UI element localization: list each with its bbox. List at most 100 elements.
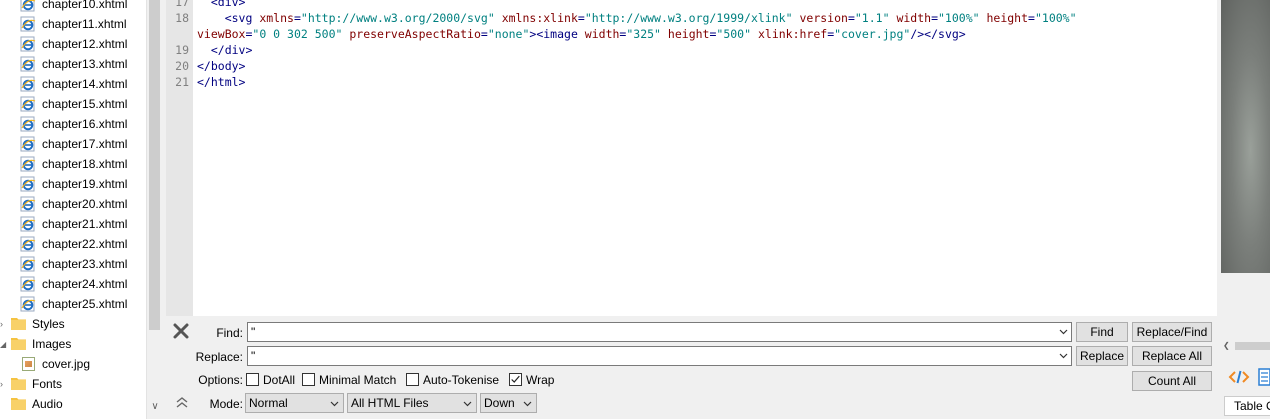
option-label[interactable]: Auto-Tokenise	[423, 372, 499, 388]
tree-folder-styles[interactable]: › Styles	[0, 314, 146, 334]
tree-file-item[interactable]: chapter15.xhtml	[20, 94, 146, 114]
tree-file-item[interactable]: chapter24.xhtml	[20, 274, 146, 294]
double-chevron-up-icon[interactable]	[175, 395, 189, 409]
expand-caret-icon[interactable]: ›	[0, 374, 8, 394]
chevron-down-icon[interactable]	[1059, 327, 1068, 336]
tree-file-item[interactable]: chapter22.xhtml	[20, 234, 146, 254]
replace-label: Replace:	[195, 350, 243, 364]
tree-file-item[interactable]: chapter13.xhtml	[20, 54, 146, 74]
find-button[interactable]: Find	[1076, 322, 1128, 342]
tab-table-of-contents[interactable]: Table Of Contents	[1224, 396, 1270, 416]
tree-file-item[interactable]: chapter18.xhtml	[20, 154, 146, 174]
tree-file-item[interactable]: chapter16.xhtml	[20, 114, 146, 134]
code-line[interactable]: </div>	[197, 42, 253, 58]
code-line[interactable]: </body>	[197, 58, 245, 74]
option-checkbox[interactable]	[406, 373, 419, 386]
line-number-gutter: 17 18 19 20 21	[166, 0, 193, 316]
scrollbar-thumb[interactable]	[1235, 342, 1270, 350]
code-token: "cover.jpg"	[834, 27, 911, 41]
scroll-left-arrow-icon[interactable]: ❮	[1223, 341, 1230, 350]
collapse-caret-icon[interactable]: ◢	[0, 335, 8, 355]
code-token: xlink:href	[757, 27, 828, 41]
xhtml-file-icon	[20, 36, 36, 52]
replace-find-button[interactable]: Replace/Find	[1132, 322, 1212, 342]
tree-item-label: chapter13.xhtml	[42, 57, 128, 71]
direction-select[interactable]: Down	[480, 393, 537, 413]
code-token: "325"	[626, 27, 661, 41]
tree-file-cover[interactable]: cover.jpg	[0, 354, 146, 374]
xhtml-file-icon	[20, 76, 36, 92]
mode-select-value: Normal	[249, 396, 288, 410]
code-token: height	[986, 11, 1029, 25]
code-token: <svg	[224, 11, 260, 25]
code-token: =	[847, 11, 855, 25]
preview-horizontal-scrollbar[interactable]: ❮	[1221, 340, 1270, 352]
code-line[interactable]: <div>	[197, 0, 246, 10]
mode-select[interactable]: Normal	[245, 393, 344, 413]
tree-folder-audio[interactable]: Audio	[0, 394, 146, 414]
line-number: 20	[175, 59, 189, 73]
scope-select[interactable]: All HTML Files	[347, 393, 477, 413]
option-label[interactable]: Minimal Match	[319, 372, 396, 388]
file-browser-scrollbar[interactable]: ∨	[146, 0, 162, 419]
tree-file-item[interactable]: chapter23.xhtml	[20, 254, 146, 274]
code-line[interactable]: </html>	[197, 74, 245, 90]
tree-folder-images[interactable]: ◢ Images	[0, 334, 146, 354]
tree-item-label: chapter18.xhtml	[42, 157, 128, 171]
scroll-down-arrow-icon[interactable]: ∨	[149, 400, 161, 414]
expand-caret-icon[interactable]: ›	[0, 314, 8, 334]
tree-item-label: chapter16.xhtml	[42, 117, 128, 131]
check-icon	[511, 375, 520, 383]
tree-file-item[interactable]: chapter14.xhtml	[20, 74, 146, 94]
code-token: "1.1"	[854, 11, 890, 25]
option-checkbox[interactable]	[246, 373, 259, 386]
code-token: <div>	[210, 0, 246, 9]
tree-item-label: chapter17.xhtml	[42, 137, 128, 151]
close-icon[interactable]	[172, 322, 190, 340]
tree-file-item[interactable]: chapter11.xhtml	[20, 14, 146, 34]
table-of-contents-icon[interactable]	[1258, 368, 1270, 386]
code-token: "100%"	[1034, 11, 1077, 25]
tree-item-label: chapter15.xhtml	[42, 97, 128, 111]
tree-file-item[interactable]: chapter21.xhtml	[20, 214, 146, 234]
tree-file-item[interactable]: chapter20.xhtml	[20, 194, 146, 214]
direction-select-value: Down	[484, 396, 515, 410]
code-editor[interactable]: 17 18 19 20 21 <div> <svg xmlns="http://www.…	[166, 0, 1217, 316]
chevron-down-icon[interactable]	[1059, 351, 1068, 360]
option-label[interactable]: DotAll	[263, 372, 295, 388]
tree-folder-fonts[interactable]: › Fonts	[0, 374, 146, 394]
code-line[interactable]: viewBox = "0 0 302 500" preserveAspectRati…	[197, 26, 966, 42]
scrollbar-thumb[interactable]	[149, 0, 160, 330]
option-label[interactable]: Wrap	[526, 372, 554, 388]
tree-file-item[interactable]: chapter17.xhtml	[20, 134, 146, 154]
tree-item-label: chapter11.xhtml	[42, 17, 127, 31]
chevron-down-icon	[463, 401, 472, 407]
option-checkbox[interactable]	[302, 373, 315, 386]
xhtml-file-icon	[20, 196, 36, 212]
option-checkbox[interactable]	[509, 373, 522, 386]
replace-all-button[interactable]: Replace All	[1132, 346, 1212, 366]
find-input[interactable]: "	[247, 322, 1072, 342]
tree-file-item[interactable]: chapter12.xhtml	[20, 34, 146, 54]
tree-file-item[interactable]: chapter25.xhtml	[20, 294, 146, 314]
code-view-icon[interactable]	[1228, 369, 1250, 385]
xhtml-file-icon	[20, 256, 36, 272]
options-label: Options:	[198, 373, 243, 387]
replace-input[interactable]: "	[247, 346, 1072, 366]
code-token: width	[896, 11, 932, 25]
code-token: =	[293, 11, 301, 25]
code-token: </div>	[210, 43, 253, 57]
tree-file-item[interactable]: chapter19.xhtml	[20, 174, 146, 194]
replace-button[interactable]: Replace	[1076, 346, 1128, 366]
code-token: "http://www.w3.org/2000/svg"	[300, 11, 495, 25]
tree-file-item[interactable]: chapter10.xhtml	[20, 0, 146, 14]
replace-input-value: "	[251, 349, 256, 363]
code-token: "500"	[716, 27, 752, 41]
count-all-button[interactable]: Count All	[1132, 371, 1212, 391]
code-line[interactable]: <svg xmlns="http://www.w3.org/2000/svg" …	[197, 10, 1077, 26]
find-label: Find:	[216, 326, 243, 340]
